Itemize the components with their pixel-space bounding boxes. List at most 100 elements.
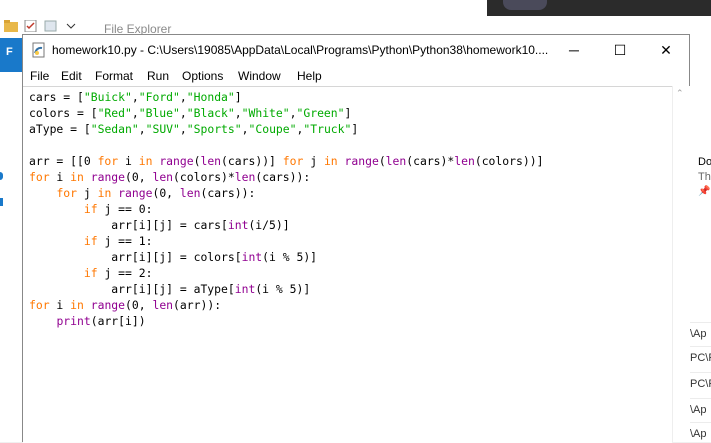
code-token: , <box>131 90 139 104</box>
code-line[interactable]: arr = [[0 for i in range(len(cars))] for… <box>29 153 543 169</box>
code-token: (colors))] <box>474 154 544 168</box>
scroll-up-icon[interactable]: ⌃ <box>676 88 684 99</box>
code-token: (cars)* <box>406 154 455 168</box>
menu-format[interactable]: Format <box>95 69 133 83</box>
code-token: "Green" <box>296 106 345 120</box>
code-token: (cars)): <box>255 170 311 184</box>
explorer-item-text[interactable]: \Ap <box>690 404 707 416</box>
python-file-icon <box>32 42 45 58</box>
chevron-down-icon[interactable] <box>64 20 78 32</box>
pin-icon[interactable]: 📌 <box>698 186 710 197</box>
code-token: colors = [ <box>29 106 98 120</box>
code-token: range <box>159 154 194 168</box>
code-token: "Ford" <box>138 90 180 104</box>
code-token: i <box>49 298 71 312</box>
code-token: arr[i][j] = aType[ <box>29 282 235 296</box>
code-line[interactable]: for i in range(0, len(arr)): <box>29 297 543 313</box>
explorer-file-tab[interactable]: F <box>0 38 22 72</box>
code-token: if <box>83 234 98 248</box>
code-token: "SUV" <box>145 122 180 136</box>
code-token: ] <box>344 106 352 120</box>
explorer-nav-pane <box>0 72 22 442</box>
code-line[interactable]: arr[i][j] = cars[int(i/5)] <box>29 217 543 233</box>
code-token: arr[i][j] = colors[ <box>29 250 242 264</box>
menu-options[interactable]: Options <box>182 69 223 83</box>
code-token: if <box>83 202 98 216</box>
code-token: "Blue" <box>138 106 180 120</box>
minimize-button[interactable]: ─ <box>551 35 597 65</box>
code-token: in <box>70 298 84 312</box>
code-token: cars = [ <box>29 90 84 104</box>
code-line[interactable]: aType = ["Sedan","SUV","Sports","Coupe",… <box>29 121 543 137</box>
code-line[interactable]: for j in range(0, len(cars)): <box>29 185 543 201</box>
window-title: homework10.py - C:\Users\19085\AppData\L… <box>52 43 549 57</box>
explorer-item-text[interactable]: \Ap <box>690 328 707 340</box>
dark-pill <box>503 0 547 10</box>
explorer-item-text[interactable]: PC\F <box>690 352 711 364</box>
menu-help[interactable]: Help <box>297 69 322 83</box>
code-token: j == 1: <box>97 234 153 248</box>
code-token: ] <box>351 122 359 136</box>
close-button[interactable]: ✕ <box>643 35 689 65</box>
code-editor[interactable]: cars = ["Buick","Ford","Honda"] colors = … <box>23 86 672 443</box>
explorer-quick-access <box>4 20 78 32</box>
vertical-scrollbar[interactable]: ⌃ <box>672 86 690 442</box>
code-token: int <box>234 282 256 296</box>
code-line[interactable]: if j == 2: <box>29 265 543 281</box>
code-line[interactable]: if j == 1: <box>29 233 543 249</box>
code-token: len <box>385 154 407 168</box>
code-token: "Truck" <box>303 122 352 136</box>
explorer-item-text[interactable]: \Ap <box>690 428 707 440</box>
code-token: len <box>234 170 256 184</box>
code-line[interactable]: colors = ["Red","Blue","Black","White","… <box>29 105 543 121</box>
code-line[interactable]: cars = ["Buick","Ford","Honda"] <box>29 89 543 105</box>
code-line[interactable]: print(arr[i]) <box>29 313 543 329</box>
code-token: range <box>118 186 153 200</box>
maximize-button[interactable]: ☐ <box>597 35 643 65</box>
window-titlebar[interactable]: homework10.py - C:\Users\19085\AppData\L… <box>23 35 689 65</box>
code-token: j <box>303 154 324 168</box>
code-line[interactable]: for i in range(0, len(colors)*len(cars))… <box>29 169 543 185</box>
explorer-item-text[interactable]: PC\F <box>690 378 711 390</box>
menu-run[interactable]: Run <box>147 69 169 83</box>
code-token: "Black" <box>186 106 235 120</box>
explorer-row-divider <box>690 372 711 373</box>
code-token: len <box>200 154 222 168</box>
code-line[interactable]: if j == 0: <box>29 201 543 217</box>
explorer-row-divider <box>690 322 711 323</box>
code-token: (cars)): <box>200 186 256 200</box>
code-token: (0, <box>152 186 180 200</box>
code-token: range <box>344 154 379 168</box>
code-token: ( <box>378 154 386 168</box>
code-line[interactable]: arr[i][j] = colors[int(i % 5)] <box>29 249 543 265</box>
code-token: (colors)* <box>173 170 235 184</box>
code-text[interactable]: cars = ["Buick","Ford","Honda"] colors = … <box>29 89 543 329</box>
properties-icon[interactable] <box>24 20 38 32</box>
code-token: for <box>97 154 119 168</box>
code-token: (arr[i]) <box>90 314 146 328</box>
menu-file[interactable]: File <box>30 69 49 83</box>
folder-icon[interactable] <box>4 20 18 32</box>
code-token: (i/5)] <box>248 218 290 232</box>
menu-window[interactable]: Window <box>238 69 281 83</box>
new-folder-icon[interactable] <box>44 20 58 32</box>
menu-edit[interactable]: Edit <box>61 69 82 83</box>
code-token: for <box>29 170 50 184</box>
code-token: in <box>138 154 153 168</box>
nav-marker-icon <box>0 172 3 180</box>
code-token: , <box>289 106 297 120</box>
code-token: arr[i][j] = cars[ <box>29 218 228 232</box>
code-token: "White" <box>241 106 290 120</box>
code-token: "Coupe" <box>248 122 297 136</box>
code-line[interactable]: arr[i][j] = aType[int(i % 5)] <box>29 281 543 297</box>
code-line[interactable] <box>29 137 543 153</box>
code-token: , <box>179 106 187 120</box>
code-token: arr = [[0 <box>29 154 98 168</box>
code-token: "Sedan" <box>90 122 139 136</box>
